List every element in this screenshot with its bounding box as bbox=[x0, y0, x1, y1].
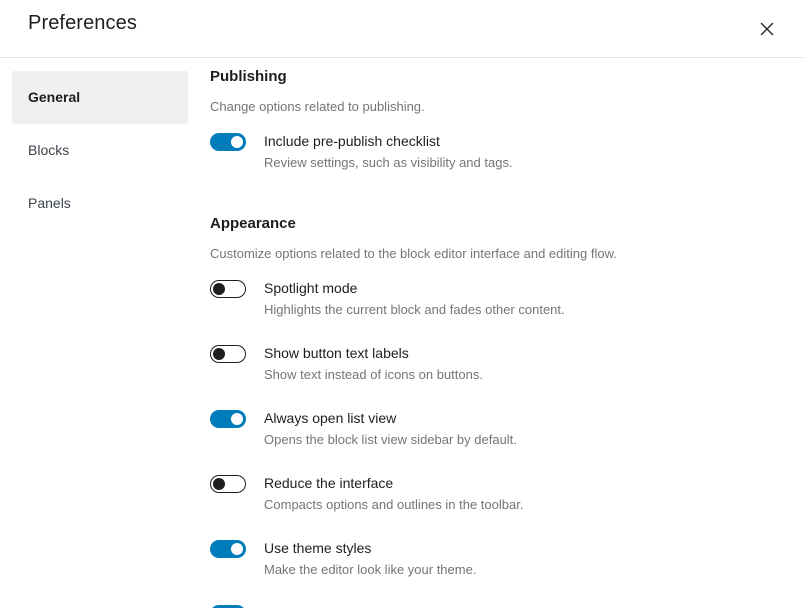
option-row-spotlight-mode: Spotlight mode Highlights the current bl… bbox=[210, 278, 783, 320]
toggle-knob bbox=[231, 543, 243, 555]
option-text: Include pre-publish checklist Review set… bbox=[264, 131, 783, 173]
toggle-list: Include pre-publish checklist Review set… bbox=[210, 131, 783, 173]
toggle-show-button-text-labels[interactable] bbox=[210, 345, 246, 363]
preferences-content: Publishing Change options related to pub… bbox=[200, 58, 803, 608]
preferences-sidebar: General Blocks Panels bbox=[0, 58, 200, 608]
toggle-include-pre-publish-checklist[interactable] bbox=[210, 133, 246, 151]
option-label: Include pre-publish checklist bbox=[264, 133, 440, 149]
toggle-spotlight-mode[interactable] bbox=[210, 280, 246, 298]
modal-header: Preferences bbox=[0, 0, 803, 58]
sidebar-item-blocks[interactable]: Blocks bbox=[12, 124, 188, 177]
option-text: Always open list view Opens the block li… bbox=[264, 408, 783, 450]
sidebar-item-general[interactable]: General bbox=[12, 71, 188, 124]
page-title: Preferences bbox=[28, 12, 137, 34]
sidebar-item-panels[interactable]: Panels bbox=[12, 177, 188, 230]
option-label: Spotlight mode bbox=[264, 280, 358, 296]
option-row-reduce-the-interface: Reduce the interface Compacts options an… bbox=[210, 473, 783, 515]
option-row-use-theme-styles: Use theme styles Make the editor look li… bbox=[210, 538, 783, 580]
toggle-always-open-list-view[interactable] bbox=[210, 410, 246, 428]
sidebar-item-label: Panels bbox=[28, 195, 71, 211]
preferences-modal: Preferences General Blocks Panels Publis… bbox=[0, 0, 803, 608]
toggle-knob bbox=[231, 413, 243, 425]
section-title: Appearance bbox=[210, 215, 296, 232]
section-publishing: Publishing Change options related to pub… bbox=[210, 66, 783, 173]
toggle-knob bbox=[213, 478, 225, 490]
section-description: Customize options related to the block e… bbox=[210, 246, 617, 261]
option-row-include-pre-publish-checklist: Include pre-publish checklist Review set… bbox=[210, 131, 783, 173]
close-icon bbox=[760, 22, 774, 36]
option-text: Spotlight mode Highlights the current bl… bbox=[264, 278, 783, 320]
close-button[interactable] bbox=[745, 7, 789, 51]
option-label: Always open list view bbox=[264, 410, 397, 426]
option-row-display-block-breadcrumbs: Display block breadcrumbs Shows block br… bbox=[210, 603, 783, 608]
section-description: Change options related to publishing. bbox=[210, 99, 425, 114]
option-text: Use theme styles Make the editor look li… bbox=[264, 538, 783, 580]
toggle-knob bbox=[231, 136, 243, 148]
toggle-knob bbox=[213, 283, 225, 295]
option-label: Display block breadcrumbs bbox=[264, 603, 783, 608]
modal-body: General Blocks Panels Publishing Change … bbox=[0, 58, 803, 608]
toggle-reduce-the-interface[interactable] bbox=[210, 475, 246, 493]
option-label: Show button text labels bbox=[264, 345, 409, 361]
option-help: Highlights the current block and fades o… bbox=[264, 302, 565, 317]
option-help: Make the editor look like your theme. bbox=[264, 562, 477, 577]
option-text: Display block breadcrumbs Shows block br… bbox=[264, 603, 783, 608]
option-text: Reduce the interface Compacts options an… bbox=[264, 473, 783, 515]
section-appearance: Appearance Customize options related to … bbox=[210, 213, 783, 608]
option-label: Reduce the interface bbox=[264, 475, 394, 491]
section-title: Publishing bbox=[210, 68, 287, 85]
toggle-use-theme-styles[interactable] bbox=[210, 540, 246, 558]
option-help: Show text instead of icons on buttons. bbox=[264, 367, 483, 382]
toggle-knob bbox=[213, 348, 225, 360]
option-help: Review settings, such as visibility and … bbox=[264, 155, 513, 170]
toggle-list: Spotlight mode Highlights the current bl… bbox=[210, 278, 783, 608]
option-help: Compacts options and outlines in the too… bbox=[264, 497, 524, 512]
option-help: Opens the block list view sidebar by def… bbox=[264, 432, 517, 447]
option-text: Show button text labels Show text instea… bbox=[264, 343, 783, 385]
sidebar-item-label: Blocks bbox=[28, 142, 70, 158]
option-row-show-button-text-labels: Show button text labels Show text instea… bbox=[210, 343, 783, 385]
option-row-always-open-list-view: Always open list view Opens the block li… bbox=[210, 408, 783, 450]
option-label: Use theme styles bbox=[264, 540, 372, 556]
sidebar-item-label: General bbox=[28, 89, 81, 105]
